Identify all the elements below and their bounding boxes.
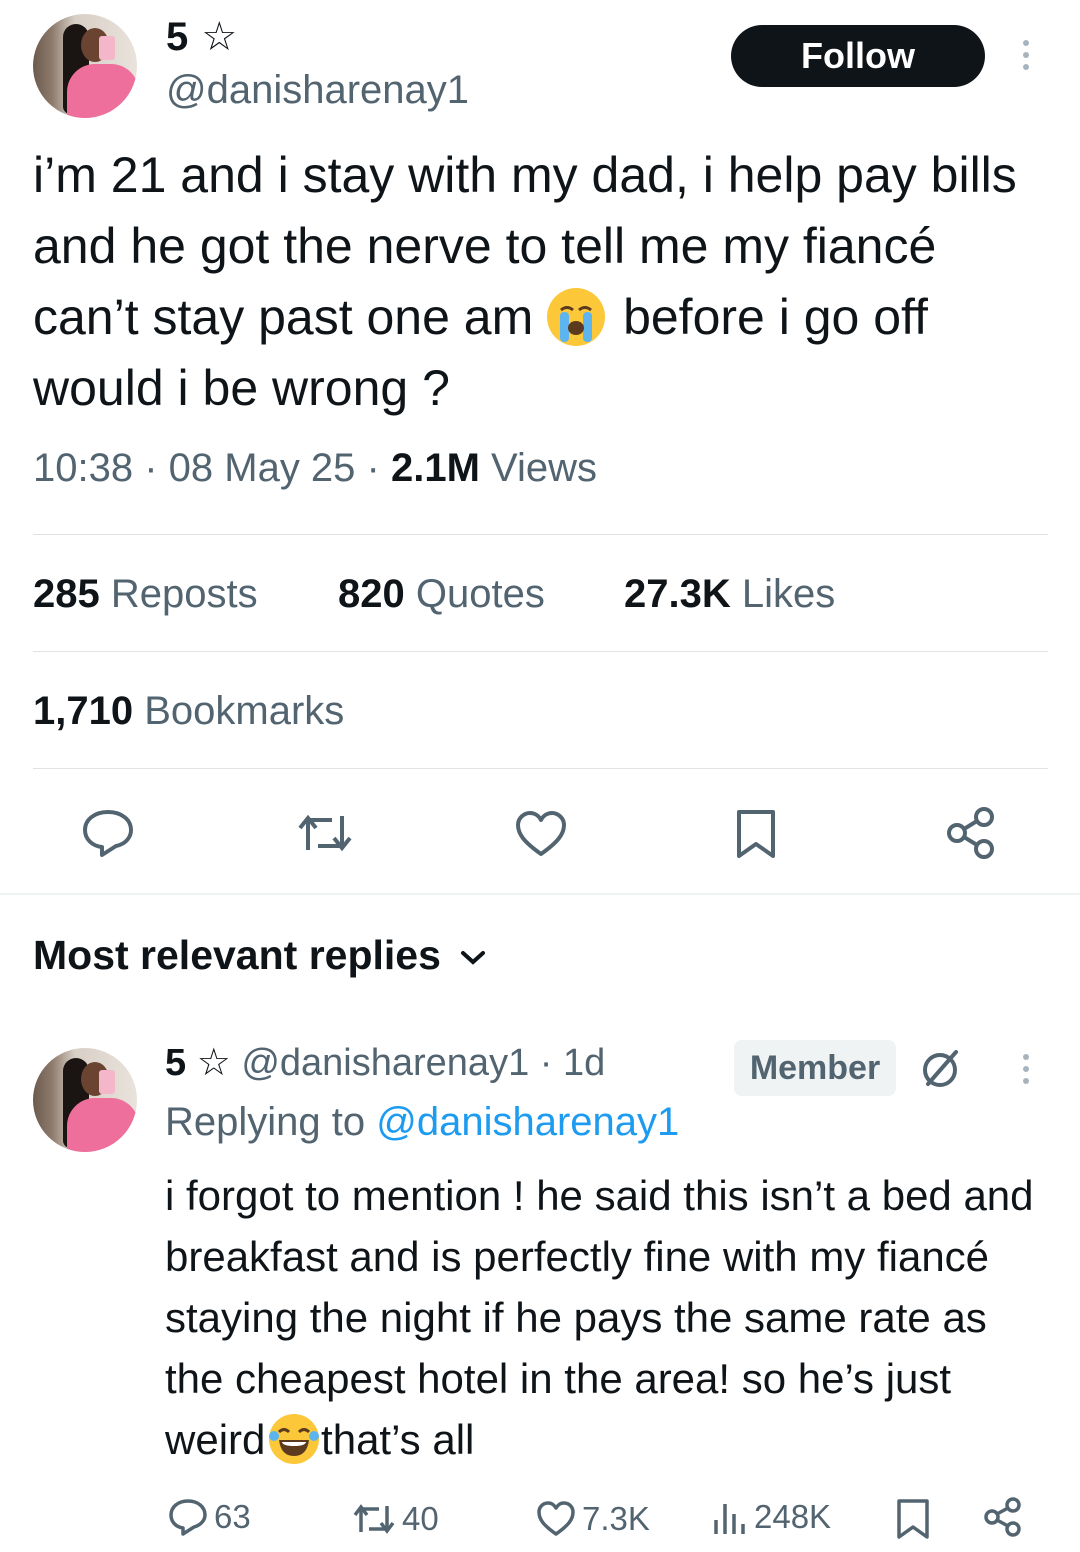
reply-age: · 1d bbox=[529, 1042, 606, 1084]
reply-handle[interactable]: @danisharenay1 bbox=[241, 1042, 529, 1084]
tweet-meta: 10:38 · 08 May 25 · 2.1M Views bbox=[33, 446, 597, 490]
more-options-icon[interactable] bbox=[1022, 40, 1030, 76]
bookmarks-stat[interactable]: 1,710 Bookmarks bbox=[33, 689, 344, 734]
section-divider bbox=[0, 893, 1080, 895]
crying-face-icon bbox=[547, 287, 606, 346]
reply-reposts-action[interactable]: 40 bbox=[352, 1500, 439, 1538]
follow-button[interactable]: Follow bbox=[731, 25, 985, 87]
views-count: 2.1M bbox=[390, 446, 480, 490]
share-icon[interactable] bbox=[944, 806, 998, 860]
reply-replies-action[interactable]: 63 bbox=[168, 1498, 251, 1536]
reposts-stat[interactable]: 285 Reposts bbox=[33, 572, 258, 617]
replies-sort-dropdown[interactable]: Most relevant replies bbox=[33, 932, 487, 979]
chevron-down-icon bbox=[459, 949, 487, 967]
replying-to: Replying to @danisharenay1 bbox=[165, 1100, 680, 1144]
reply-icon[interactable] bbox=[80, 808, 136, 858]
views-icon bbox=[712, 1498, 748, 1536]
repost-icon[interactable] bbox=[296, 810, 354, 856]
divider bbox=[33, 768, 1048, 769]
repost-icon bbox=[352, 1502, 396, 1536]
reply-likes-action[interactable]: 7.3K bbox=[536, 1500, 650, 1538]
reply-text: i forgot to mention ! he said this isn’t… bbox=[165, 1172, 1034, 1464]
reply-avatar[interactable] bbox=[33, 1048, 137, 1152]
reply-icon bbox=[168, 1498, 208, 1536]
bookmark-icon[interactable] bbox=[735, 808, 777, 860]
reply-views-action[interactable]: 248K bbox=[712, 1498, 831, 1536]
divider bbox=[33, 651, 1048, 652]
tweet-text: i’m 21 and i stay with my dad, i help pa… bbox=[33, 147, 1017, 416]
quotes-stat[interactable]: 820 Quotes bbox=[338, 572, 545, 617]
reply-header: 5 ☆ @danisharenay1 · 1d bbox=[165, 1040, 605, 1085]
grok-icon[interactable] bbox=[918, 1046, 964, 1092]
like-icon[interactable] bbox=[514, 810, 568, 858]
reply-share-icon[interactable] bbox=[982, 1496, 1024, 1538]
reply-display-name[interactable]: 5 ☆ bbox=[165, 1042, 231, 1084]
member-badge: Member bbox=[734, 1040, 896, 1096]
like-icon bbox=[536, 1501, 576, 1537]
laughing-tears-icon bbox=[269, 1413, 320, 1464]
author-handle[interactable]: @danisharenay1 bbox=[166, 68, 469, 113]
author-display-name[interactable]: 5 ☆ bbox=[166, 14, 238, 60]
author-avatar[interactable] bbox=[33, 14, 137, 118]
likes-stat[interactable]: 27.3K Likes bbox=[624, 572, 835, 617]
replying-to-handle[interactable]: @danisharenay1 bbox=[376, 1100, 679, 1144]
reply-more-options-icon[interactable] bbox=[1022, 1054, 1030, 1090]
divider bbox=[33, 534, 1048, 535]
reply-bookmark-icon[interactable] bbox=[896, 1498, 930, 1540]
